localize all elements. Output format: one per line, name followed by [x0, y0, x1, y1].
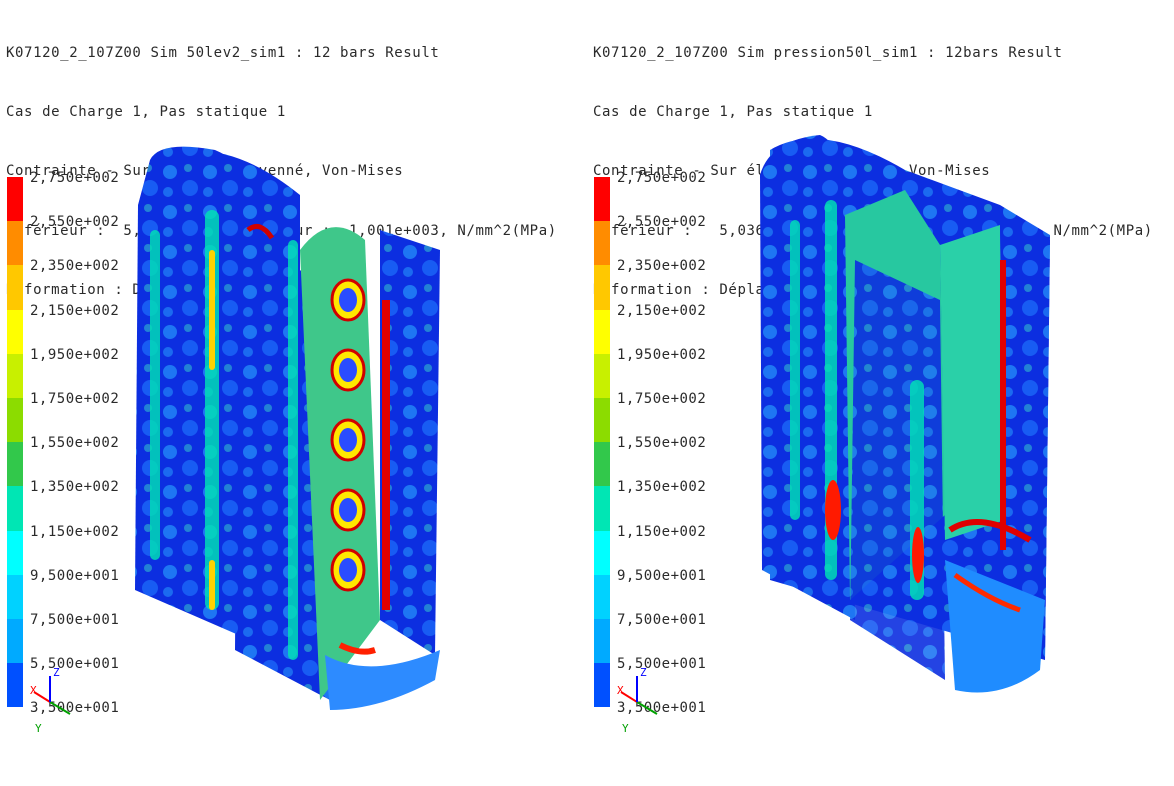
left-axis-triad: X Y Z	[30, 666, 71, 734]
right-model-front-face	[850, 260, 945, 680]
right-axis-triad: X Y Z	[617, 666, 658, 734]
right-model-inner-panel-right	[940, 225, 1005, 540]
axis-y-label: Y	[35, 722, 42, 734]
left-fe-model	[135, 146, 440, 710]
axis-z-label: Z	[640, 666, 647, 679]
axis-z-label: Z	[53, 666, 60, 679]
axis-x-label: X	[617, 684, 624, 697]
right-fe-model	[760, 135, 1050, 693]
fe-models-viewport[interactable]	[0, 0, 1174, 786]
right-model-left-face	[760, 135, 855, 620]
axis-y-label: Y	[622, 722, 629, 734]
axis-x-label: X	[30, 684, 37, 697]
